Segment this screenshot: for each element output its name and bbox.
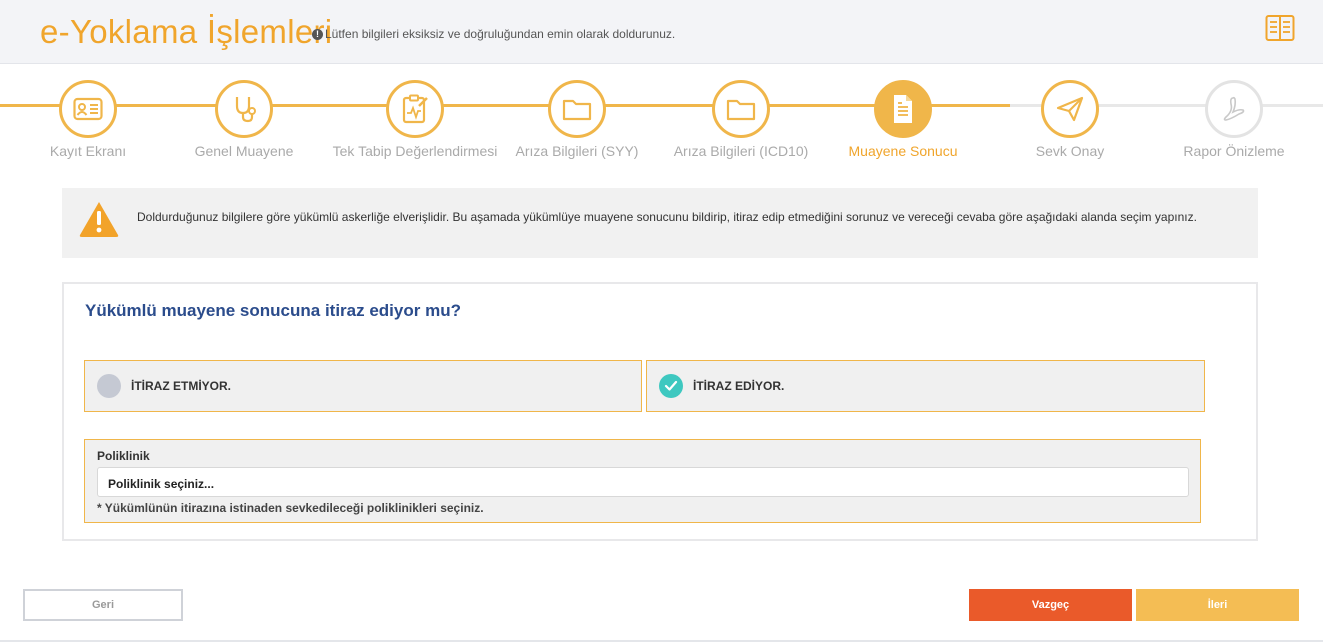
step-label: Tek Tabip Değerlendirmesi [332,143,498,159]
id-card-icon [59,80,117,138]
check-circle-icon [659,374,683,398]
step-label: Genel Muayene [194,143,294,159]
step-genel-muayene[interactable]: Genel Muayene [159,80,329,161]
step-label: Rapor Önizleme [1183,143,1285,159]
warning-text: Doldurduğunuz bilgilere göre yükümlü ask… [137,210,1197,224]
next-button[interactable]: İleri [1136,589,1299,621]
cancel-button[interactable]: Vazgeç [969,589,1132,621]
back-button[interactable]: Geri [23,589,183,621]
page-title: e-Yoklama İşlemleri [40,13,333,50]
info-circle-icon: ! [312,28,323,40]
paper-plane-icon [1041,80,1099,138]
pdf-icon [1205,80,1263,138]
clipboard-icon [386,80,444,138]
step-rapor-onizleme[interactable]: Rapor Önizleme [1149,80,1319,161]
warning-icon [79,202,119,237]
option-itiraz-ediyor[interactable]: İTİRAZ EDİYOR. [646,360,1205,412]
option-label: İTİRAZ ETMİYOR. [131,379,231,393]
step-kayit-ekrani[interactable]: Kayıt Ekranı [3,80,173,161]
step-label: Muayene Sonucu [848,143,958,159]
poliklinik-select[interactable]: Poliklinik seçiniz... [97,467,1189,497]
step-muayene-sonucu[interactable]: Muayene Sonucu [818,80,988,161]
document-icon [874,80,932,138]
step-tek-tabip[interactable]: Tek Tabip Değerlendirmesi [330,80,500,161]
info-note: ! Lütfen bilgileri eksiksiz ve doğruluğu… [312,27,675,41]
info-text: Lütfen bilgileri eksiksiz ve doğruluğund… [325,27,676,41]
option-itiraz-etmiyor[interactable]: İTİRAZ ETMİYOR. [84,360,642,412]
book-icon[interactable] [1265,14,1295,42]
page: e-Yoklama İşlemleri ! Lütfen bilgileri e… [0,0,1323,644]
stethoscope-icon [215,80,273,138]
step-label: Kayıt Ekranı [49,143,127,159]
objection-panel: Yükümlü muayene sonucuna itiraz ediyor m… [62,282,1258,541]
step-ariza-syy[interactable]: Arıza Bilgileri (SYY) [492,80,662,161]
radio-unselected-icon [97,374,121,398]
step-label: Arıza Bilgileri (ICD10) [673,143,809,159]
option-label: İTİRAZ EDİYOR. [693,379,785,393]
poliklinik-section: Poliklinik Poliklinik seçiniz... * Yüküm… [84,439,1201,523]
progress-steps: Kayıt Ekranı Genel Muayene Tek Tabip Değ… [0,64,1323,184]
question-title: Yükümlü muayene sonucuna itiraz ediyor m… [85,301,461,320]
folder-icon [548,80,606,138]
poliklinik-label: Poliklinik [97,449,150,463]
step-label: Sevk Onay [1035,143,1105,159]
step-sevk-onay[interactable]: Sevk Onay [985,80,1155,161]
bottom-divider [0,640,1323,642]
poliklinik-hint: * Yükümlünün itirazına istinaden sevkedi… [97,501,484,515]
step-ariza-icd10[interactable]: Arıza Bilgileri (ICD10) [656,80,826,161]
folder-icon [712,80,770,138]
header: e-Yoklama İşlemleri ! Lütfen bilgileri e… [0,0,1323,64]
warning-banner: Doldurduğunuz bilgilere göre yükümlü ask… [62,188,1258,258]
step-label: Arıza Bilgileri (SYY) [515,143,639,159]
